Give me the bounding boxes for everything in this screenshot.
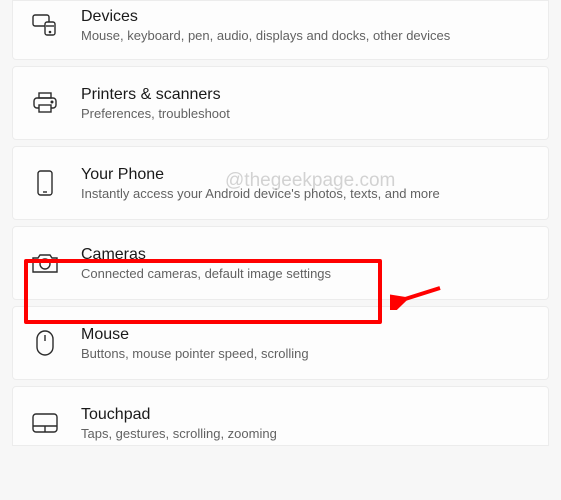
item-desc: Buttons, mouse pointer speed, scrolling bbox=[81, 346, 309, 361]
item-title: Your Phone bbox=[81, 166, 440, 184]
item-text: Your Phone Instantly access your Android… bbox=[81, 166, 440, 201]
item-desc: Taps, gestures, scrolling, zooming bbox=[81, 426, 277, 441]
settings-item-cameras[interactable]: Cameras Connected cameras, default image… bbox=[12, 226, 549, 300]
item-text: Touchpad Taps, gestures, scrolling, zoom… bbox=[81, 406, 277, 441]
item-title: Printers & scanners bbox=[81, 86, 230, 104]
printer-icon bbox=[31, 89, 59, 117]
item-title: Cameras bbox=[81, 246, 331, 264]
settings-item-touchpad[interactable]: Touchpad Taps, gestures, scrolling, zoom… bbox=[12, 386, 549, 446]
devices-icon bbox=[31, 11, 59, 39]
camera-icon bbox=[31, 249, 59, 277]
settings-item-mouse[interactable]: Mouse Buttons, mouse pointer speed, scro… bbox=[12, 306, 549, 380]
settings-item-your-phone[interactable]: Your Phone Instantly access your Android… bbox=[12, 146, 549, 220]
item-desc: Preferences, troubleshoot bbox=[81, 106, 230, 121]
settings-item-printers[interactable]: Printers & scanners Preferences, trouble… bbox=[12, 66, 549, 140]
touchpad-icon bbox=[31, 409, 59, 437]
settings-item-devices[interactable]: Devices Mouse, keyboard, pen, audio, dis… bbox=[12, 0, 549, 60]
item-title: Devices bbox=[81, 8, 450, 26]
item-text: Cameras Connected cameras, default image… bbox=[81, 246, 331, 281]
settings-list: Devices Mouse, keyboard, pen, audio, dis… bbox=[0, 0, 561, 446]
item-title: Mouse bbox=[81, 326, 309, 344]
item-title: Touchpad bbox=[81, 406, 277, 424]
item-desc: Instantly access your Android device's p… bbox=[81, 186, 440, 201]
mouse-icon bbox=[31, 329, 59, 357]
phone-icon bbox=[31, 169, 59, 197]
item-text: Mouse Buttons, mouse pointer speed, scro… bbox=[81, 326, 309, 361]
item-text: Devices Mouse, keyboard, pen, audio, dis… bbox=[81, 8, 450, 43]
item-desc: Connected cameras, default image setting… bbox=[81, 266, 331, 281]
item-text: Printers & scanners Preferences, trouble… bbox=[81, 86, 230, 121]
item-desc: Mouse, keyboard, pen, audio, displays an… bbox=[81, 28, 450, 43]
